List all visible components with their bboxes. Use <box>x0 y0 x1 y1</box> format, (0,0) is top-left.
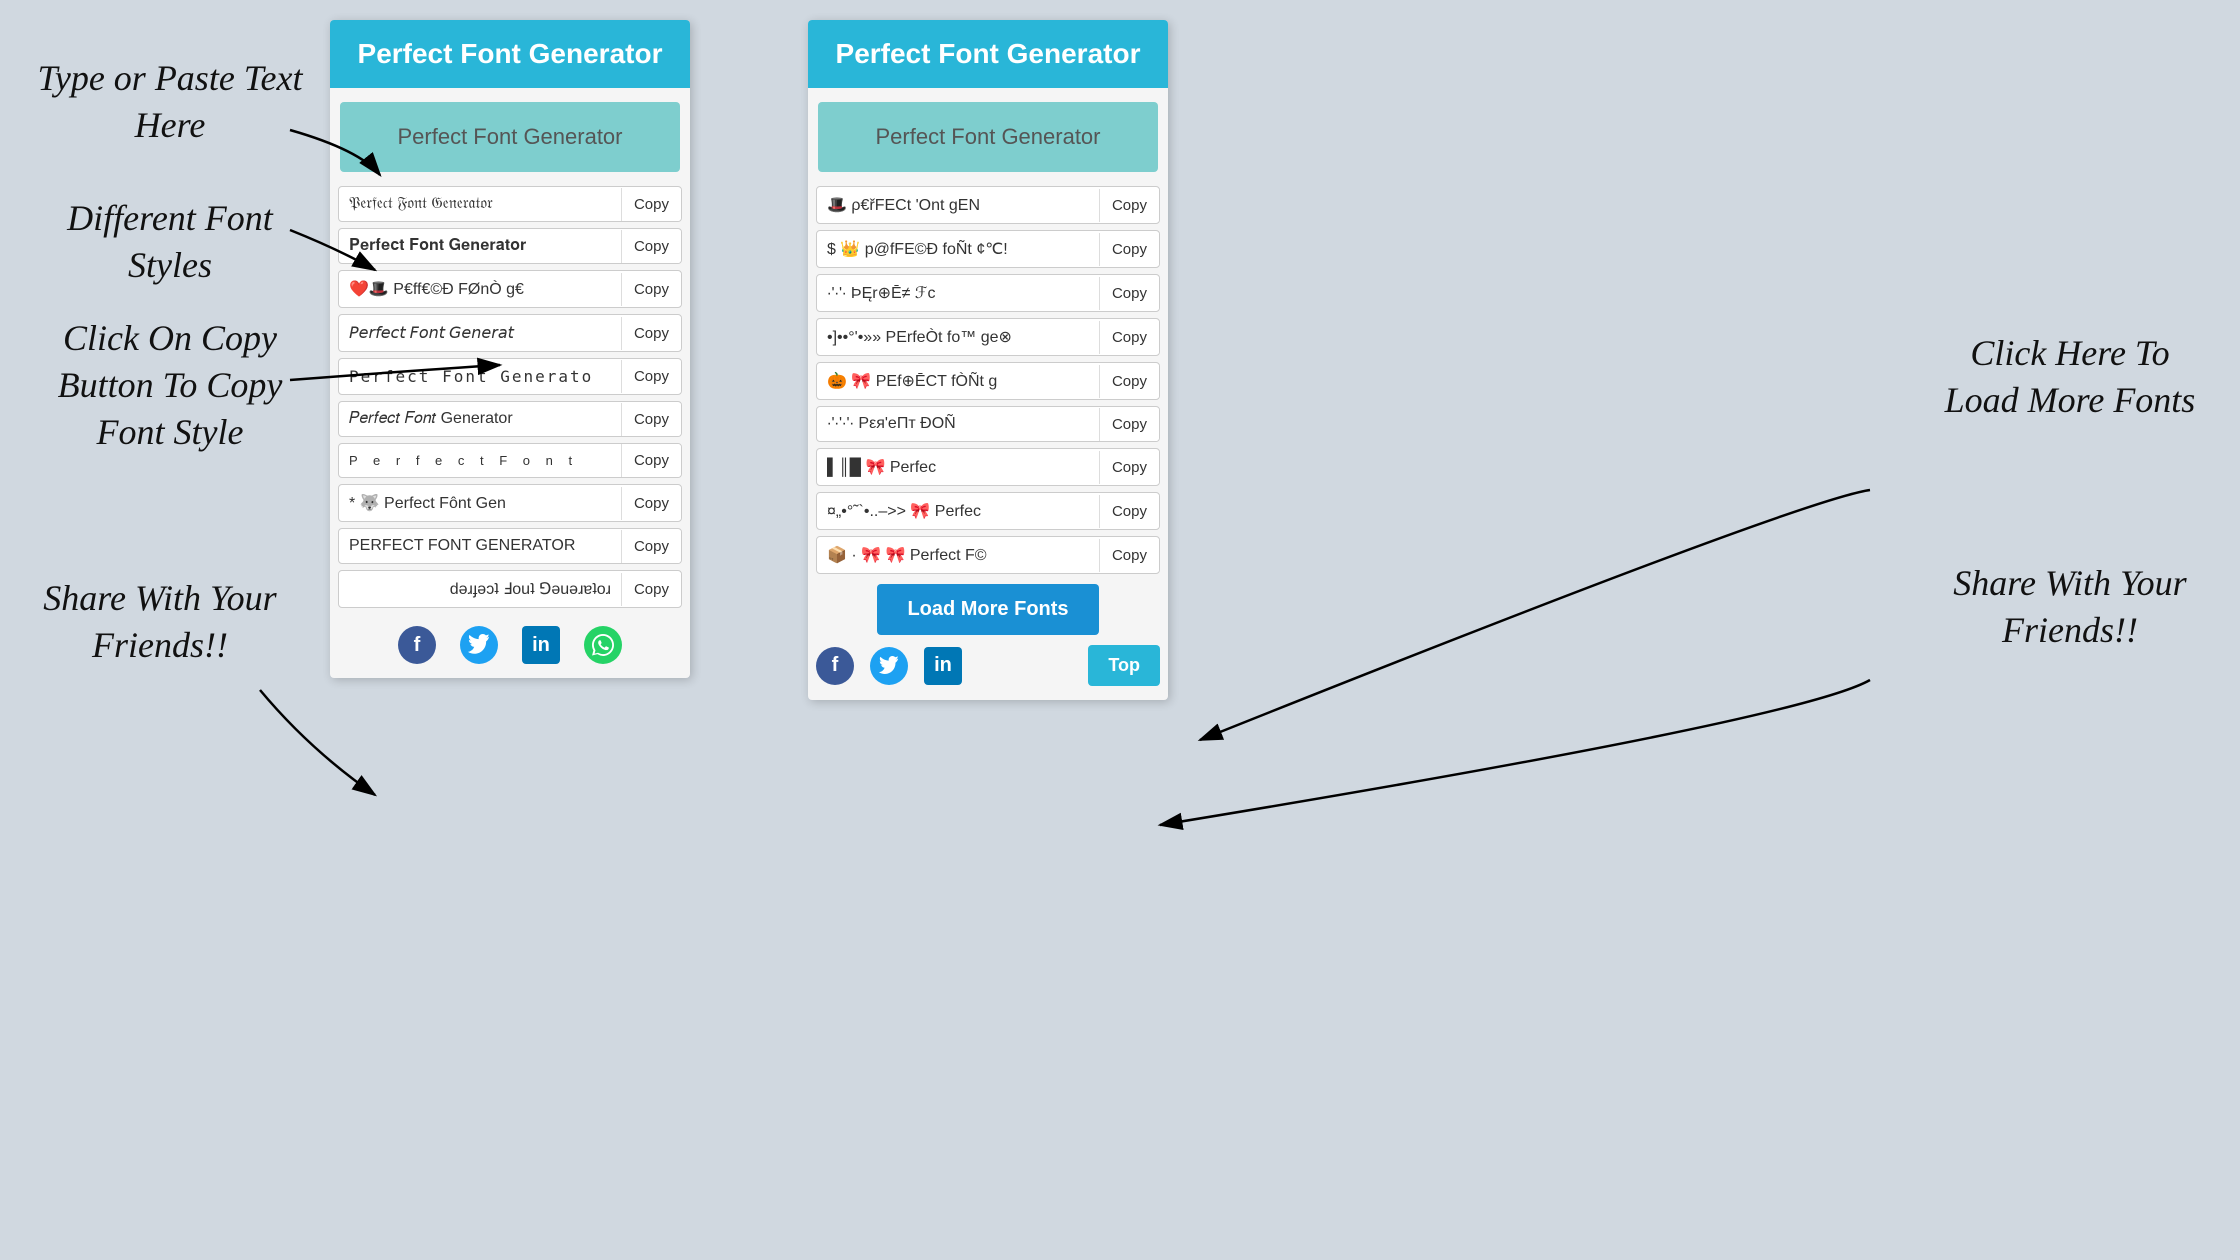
copy-button[interactable]: Copy <box>621 530 681 563</box>
font-text: ¤„•°˜`•..–>> 🎀 Perfec <box>817 493 1099 529</box>
font-text: 𝐏𝐞𝐫𝐟𝐞𝐜𝐭 𝐅𝐨𝐧𝐭 𝐆𝐞𝐧𝐞𝐫𝐚𝐭𝐨𝐫 <box>339 229 621 263</box>
left-panel: Perfect Font Generator Perfect Font Gene… <box>330 20 690 678</box>
font-row-caps: PERFECT FONT GENERATOR Copy <box>338 528 682 564</box>
font-row-r2: ∙'∙'∙ ÞĘr⊕Ē≠ ℱc Copy <box>816 274 1160 312</box>
font-text: 𝑃𝑒𝑟𝑓𝑒𝑐𝑡 𝐹𝑜𝑛𝑡 Generator <box>339 402 621 436</box>
font-text: ∙'∙'∙'∙ Pεя'eΠт ÐOÑ <box>817 407 1099 441</box>
font-row-r3: •]••°'•»» PErfeÒt fo™ ge⊗ Copy <box>816 318 1160 356</box>
font-text: ∙'∙'∙ ÞĘr⊕Ē≠ ℱc <box>817 275 1099 311</box>
annotation-type-paste: Type or Paste Text Here <box>30 55 310 149</box>
load-more-button[interactable]: Load More Fonts <box>877 584 1098 635</box>
font-text: P e r f e c t F o n t <box>339 445 621 476</box>
font-row-fraktur: 𝔓𝔢𝔯𝔣𝔢𝔠𝔱 𝔉𝔬𝔫𝔱 𝔊𝔢𝔫𝔢𝔯𝔞𝔱𝔬𝔯 Copy <box>338 186 682 222</box>
facebook-icon-right[interactable]: f <box>816 647 854 685</box>
copy-button[interactable]: Copy <box>621 444 681 477</box>
font-text: 📦 · 🎀 🎀 Perfect F© <box>817 537 1099 573</box>
font-row-emoji2: * 🐺 Perfect Fônt Gen Copy <box>338 484 682 522</box>
left-panel-input[interactable]: Perfect Font Generator <box>340 102 680 172</box>
copy-button[interactable]: Copy <box>1099 233 1159 266</box>
copy-button[interactable]: Copy <box>1099 495 1159 528</box>
font-text: •]••°'•»» PErfeÒt fo™ ge⊗ <box>817 319 1099 355</box>
right-panel-header: Perfect Font Generator <box>808 20 1168 88</box>
linkedin-icon-right[interactable]: in <box>924 647 962 685</box>
copy-button[interactable]: Copy <box>1099 539 1159 572</box>
font-row-r4: 🎃 🎀 PEf⊕ĒCT fÒÑt g Copy <box>816 362 1160 400</box>
font-text: ▌║█ 🎀 Perfec <box>817 449 1099 485</box>
annotation-share-right: Share With Your Friends!! <box>1930 560 2210 654</box>
copy-button[interactable]: Copy <box>1099 321 1159 354</box>
copy-button[interactable]: Copy <box>1099 189 1159 222</box>
font-text: ɹoʇɐɹǝuǝ⅁ ʇuoℲ ʇɔǝɟɹǝd <box>339 571 621 607</box>
font-row-r1: $ 👑 p@fFE©Ð foÑt ¢℃! Copy <box>816 230 1160 268</box>
copy-button[interactable]: Copy <box>1099 408 1159 441</box>
font-row-mono: 𝙿𝚎𝚛𝚏𝚎𝚌𝚝 𝙵𝚘𝚗𝚝 𝙶𝚎𝚗𝚎𝚛𝚊𝚝𝚘 Copy <box>338 358 682 395</box>
font-text: PERFECT FONT GENERATOR <box>339 529 621 563</box>
left-social-bar: f in <box>330 614 690 678</box>
copy-button[interactable]: Copy <box>1099 451 1159 484</box>
copy-button[interactable]: Copy <box>1099 365 1159 398</box>
whatsapp-icon[interactable] <box>584 626 622 664</box>
font-row-r5: ∙'∙'∙'∙ Pεя'eΠт ÐOÑ Copy <box>816 406 1160 442</box>
font-text: * 🐺 Perfect Fônt Gen <box>339 485 621 521</box>
copy-button[interactable]: Copy <box>621 188 681 221</box>
copy-button[interactable]: Copy <box>621 403 681 436</box>
font-text: 𝔓𝔢𝔯𝔣𝔢𝔠𝔱 𝔉𝔬𝔫𝔱 𝔊𝔢𝔫𝔢𝔯𝔞𝔱𝔬𝔯 <box>339 187 621 221</box>
annotation-diff-fonts: Different Font Styles <box>30 195 310 289</box>
annotation-load-more: Click Here To Load More Fonts <box>1930 330 2210 424</box>
left-panel-header: Perfect Font Generator <box>330 20 690 88</box>
font-row-r0: 🎩 ρ€řFECt 'Ont gEN Copy <box>816 186 1160 224</box>
right-panel-input[interactable]: Perfect Font Generator <box>818 102 1158 172</box>
copy-button[interactable]: Copy <box>621 360 681 393</box>
copy-button[interactable]: Copy <box>621 230 681 263</box>
font-text: 𝘗𝘦𝘳𝘧𝘦𝘤𝘵 𝘍𝘰𝘯𝘵 𝘎𝘦𝘯𝘦𝘳𝘢𝘵 <box>339 315 621 351</box>
copy-button[interactable]: Copy <box>621 487 681 520</box>
font-row-bold: 𝐏𝐞𝐫𝐟𝐞𝐜𝐭 𝐅𝐨𝐧𝐭 𝐆𝐞𝐧𝐞𝐫𝐚𝐭𝐨𝐫 Copy <box>338 228 682 264</box>
font-row-r6: ▌║█ 🎀 Perfec Copy <box>816 448 1160 486</box>
font-text: 🎃 🎀 PEf⊕ĒCT fÒÑt g <box>817 363 1099 399</box>
copy-button[interactable]: Copy <box>1099 277 1159 310</box>
copy-button[interactable]: Copy <box>621 273 681 306</box>
font-row-r8: 📦 · 🎀 🎀 Perfect F© Copy <box>816 536 1160 574</box>
font-text: 🎩 ρ€řFECt 'Ont gEN <box>817 187 1099 223</box>
font-row-flip: ɹoʇɐɹǝuǝ⅁ ʇuoℲ ʇɔǝɟɹǝd Copy <box>338 570 682 608</box>
twitter-icon-right[interactable] <box>870 647 908 685</box>
font-text: 𝙿𝚎𝚛𝚏𝚎𝚌𝚝 𝙵𝚘𝚗𝚝 𝙶𝚎𝚗𝚎𝚛𝚊𝚝𝚘 <box>339 359 621 394</box>
font-row-spaced: P e r f e c t F o n t Copy <box>338 443 682 478</box>
copy-button[interactable]: Copy <box>621 573 681 606</box>
right-panel: Perfect Font Generator Perfect Font Gene… <box>808 20 1168 700</box>
annotation-share-left: Share With Your Friends!! <box>30 575 290 669</box>
facebook-icon[interactable]: f <box>398 626 436 664</box>
right-bottom-bar: f in Top <box>808 645 1168 700</box>
font-row-emoji1: ❤️🎩 P€ff€©Ð FØnÒ g€ Copy <box>338 270 682 308</box>
top-button[interactable]: Top <box>1088 645 1160 686</box>
linkedin-icon[interactable]: in <box>522 626 560 664</box>
twitter-icon[interactable] <box>460 626 498 664</box>
font-row-r7: ¤„•°˜`•..–>> 🎀 Perfec Copy <box>816 492 1160 530</box>
font-row-italic: 𝘗𝘦𝘳𝘧𝘦𝘤𝘵 𝘍𝘰𝘯𝘵 𝘎𝘦𝘯𝘦𝘳𝘢𝘵 Copy <box>338 314 682 352</box>
font-text: ❤️🎩 P€ff€©Ð FØnÒ g€ <box>339 271 621 307</box>
copy-button[interactable]: Copy <box>621 317 681 350</box>
font-row-script: 𝑃𝑒𝑟𝑓𝑒𝑐𝑡 𝐹𝑜𝑛𝑡 Generator Copy <box>338 401 682 437</box>
annotation-click-copy: Click On Copy Button To Copy Font Style <box>30 315 310 455</box>
font-text: $ 👑 p@fFE©Ð foÑt ¢℃! <box>817 231 1099 267</box>
